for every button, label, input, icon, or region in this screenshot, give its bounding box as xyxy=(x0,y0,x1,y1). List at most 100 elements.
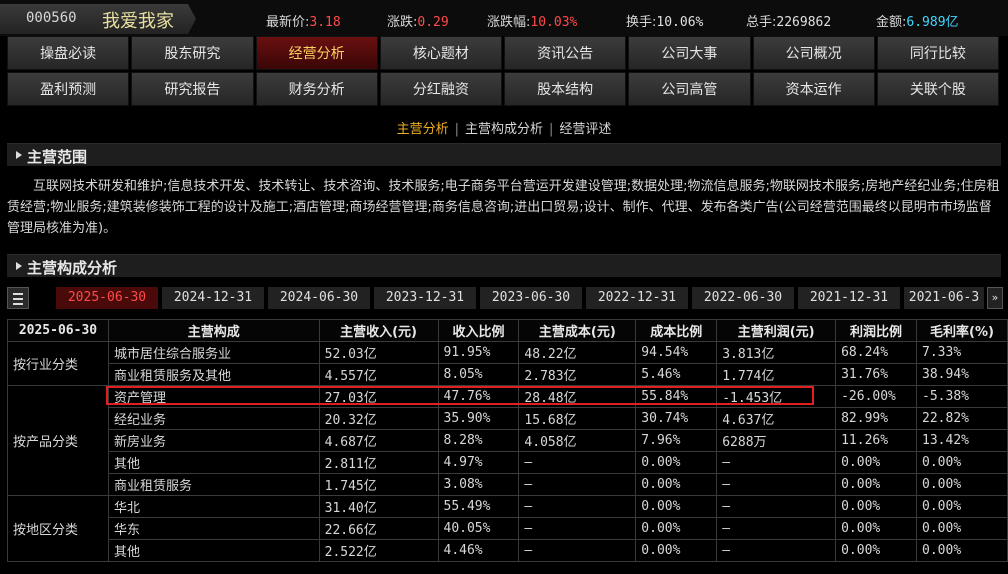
stock-name: 我爱我家 xyxy=(102,11,174,32)
section-header-composition[interactable]: 主营构成分析 xyxy=(7,254,1001,277)
value-cell: 27.03亿 xyxy=(318,385,439,408)
report-date-tabs: 2025-06-30 2024-12-31 2024-06-30 2023-12-31… xyxy=(7,287,1003,309)
item-name-cell: 经纪业务 xyxy=(107,407,320,430)
value-cell: — xyxy=(518,495,637,518)
quote-item: 涨跌幅:10.03% xyxy=(487,11,577,30)
more-dates-icon[interactable]: » xyxy=(987,287,1003,309)
value-cell: 35.90% xyxy=(437,407,520,430)
nav-tab[interactable]: 资讯公告 xyxy=(504,36,627,70)
column-header: 收入比例 xyxy=(437,319,520,342)
value-cell: 4.058亿 xyxy=(518,429,637,452)
nav-tab[interactable]: 操盘必读 xyxy=(7,36,130,70)
value-cell: 2.522亿 xyxy=(318,539,439,562)
sub-nav: 主营分析 | 主营构成分析 | 经营评述 xyxy=(0,118,1008,137)
quote-label: 总手: xyxy=(746,15,777,30)
value-cell: 94.54% xyxy=(635,341,718,364)
date-tab[interactable]: 2021-06-3 xyxy=(904,287,984,309)
value-cell: 82.99% xyxy=(835,407,918,430)
value-cell: 4.557亿 xyxy=(318,363,439,386)
category-cell: 按产品分类 xyxy=(7,385,109,496)
value-cell: 22.82% xyxy=(916,407,1008,430)
item-name-cell: 华东 xyxy=(107,517,320,540)
date-tab[interactable]: 2024-06-30 xyxy=(268,287,370,309)
value-cell: 0.00% xyxy=(635,495,718,518)
value-cell: 31.76% xyxy=(835,363,918,386)
quote-item: 最新价:3.18 xyxy=(266,11,341,30)
value-cell: -1.453亿 xyxy=(716,385,837,408)
quote-item: 总手:2269862 xyxy=(746,11,831,30)
value-cell: — xyxy=(518,539,637,562)
date-tab[interactable]: 2022-06-30 xyxy=(692,287,794,309)
table-row: 华东 22.66亿 40.05% —0.00% —0.00% 0.00% xyxy=(8,517,1008,540)
date-tab[interactable]: 2024-12-31 xyxy=(162,287,264,309)
quote-value: 6.989亿 xyxy=(906,15,959,30)
value-cell: 2.783亿 xyxy=(518,363,637,386)
date-tab[interactable]: 2021-12-31 xyxy=(798,287,900,309)
nav-tab[interactable]: 同行比较 xyxy=(876,36,999,70)
date-tab[interactable]: 2023-06-30 xyxy=(480,287,582,309)
value-cell: 0.00% xyxy=(835,451,918,474)
value-cell: — xyxy=(518,473,637,496)
quote-value: 2269862 xyxy=(776,15,832,30)
quote-item: 换手:10.06% xyxy=(626,11,703,30)
value-cell: -5.38% xyxy=(916,385,1008,408)
value-cell: 47.76% xyxy=(437,385,520,408)
value-cell: 0.00% xyxy=(835,517,918,540)
nav-tab[interactable]: 公司大事 xyxy=(628,36,751,70)
item-name-cell: 其他 xyxy=(107,539,320,562)
stock-code: 000560 xyxy=(26,10,77,26)
nav-tab[interactable]: 公司概况 xyxy=(752,36,875,70)
value-cell: 1.774亿 xyxy=(716,363,837,386)
value-cell: 0.00% xyxy=(835,495,918,518)
nav-tab[interactable]: 盈利预测 xyxy=(7,72,130,106)
table-row: 商业租赁服务 1.745亿 3.08% —0.00% —0.00% 0.00% xyxy=(8,473,1008,496)
nav-tab[interactable]: 经营分析 xyxy=(255,36,378,70)
subnav-link[interactable]: 经营评述 xyxy=(559,122,611,137)
value-cell: 68.24% xyxy=(835,341,918,364)
quote-value: 3.18 xyxy=(309,15,341,30)
section-header-scope[interactable]: 主营范围 xyxy=(7,143,1001,166)
value-cell: 5.46% xyxy=(635,363,718,386)
nav-tab[interactable]: 关联个股 xyxy=(876,72,999,106)
value-cell: 0.00% xyxy=(635,473,718,496)
value-cell: 13.42% xyxy=(916,429,1008,452)
nav-tab[interactable]: 股本结构 xyxy=(504,72,627,106)
value-cell: 55.49% xyxy=(437,495,520,518)
business-scope-text: 互联网技术研发和维护;信息技术开发、技术转让、技术咨询、技术服务;电子商务平台营… xyxy=(7,179,1000,236)
date-tab[interactable]: 2022-12-31 xyxy=(586,287,688,309)
table-row: 其他 2.811亿 4.97% —0.00% —0.00% 0.00% xyxy=(8,451,1008,474)
value-cell: 7.96% xyxy=(635,429,718,452)
quote-item: 金额:6.989亿 xyxy=(876,11,959,30)
value-cell: 0.00% xyxy=(635,539,718,562)
date-tab[interactable]: 2023-12-31 xyxy=(374,287,476,309)
column-header: 毛利率(%) xyxy=(916,319,1008,342)
nav-tab[interactable]: 分红融资 xyxy=(379,72,502,106)
category-cell: 按行业分类 xyxy=(7,341,109,386)
nav-tab[interactable]: 股东研究 xyxy=(131,36,254,70)
subnav-link[interactable]: 主营构成分析 xyxy=(465,122,543,137)
column-header: 主营收入(元) xyxy=(318,319,439,342)
value-cell: 8.05% xyxy=(437,363,520,386)
nav-tab[interactable]: 财务分析 xyxy=(255,72,378,106)
nav-tab[interactable]: 研究报告 xyxy=(131,72,254,106)
value-cell: 3.08% xyxy=(437,473,520,496)
value-cell: 0.00% xyxy=(835,473,918,496)
column-header: 主营利润(元) xyxy=(716,319,837,342)
quote-label: 换手: xyxy=(626,15,657,30)
list-icon[interactable] xyxy=(7,287,29,309)
value-cell: 0.00% xyxy=(635,517,718,540)
value-cell: 7.33% xyxy=(916,341,1008,364)
value-cell: — xyxy=(716,517,837,540)
nav-tab[interactable]: 资本运作 xyxy=(752,72,875,106)
section-title: 主营范围 xyxy=(27,148,88,166)
value-cell: — xyxy=(716,451,837,474)
nav-tab[interactable]: 核心题材 xyxy=(379,36,502,70)
value-cell: — xyxy=(518,517,637,540)
date-tab[interactable]: 2025-06-30 xyxy=(56,287,158,309)
nav-tab[interactable]: 公司高管 xyxy=(628,72,751,106)
subnav-link[interactable]: 主营分析 xyxy=(397,122,449,137)
column-header: 利润比例 xyxy=(835,319,918,342)
value-cell: — xyxy=(716,495,837,518)
main-nav: 操盘必读 股东研究 经营分析 核心题材 资讯公告 公司大事 公司概况 同行比较 盈利预测 研究报… xyxy=(7,36,1001,108)
table-row: 其他 2.522亿 4.46% —0.00% —0.00% 0.00% xyxy=(8,539,1008,562)
